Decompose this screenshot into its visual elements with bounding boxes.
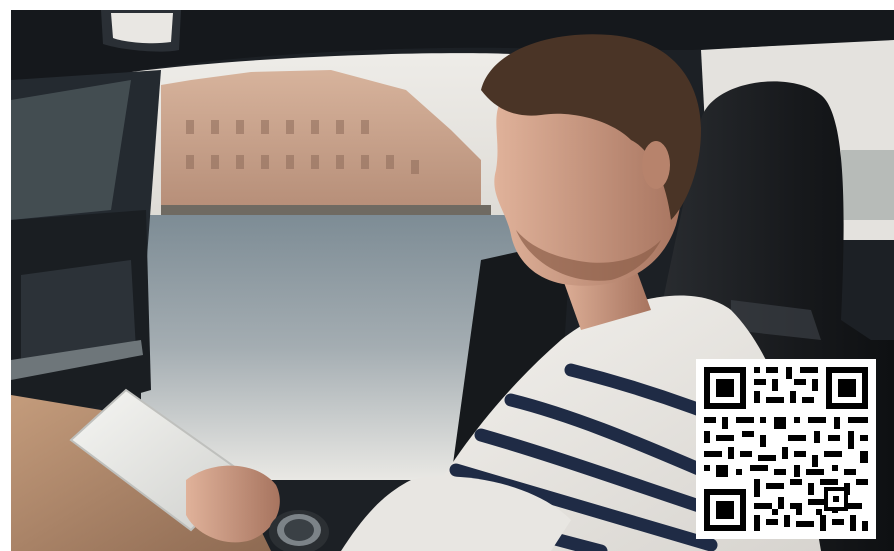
qr-code [696,359,876,539]
qr-code-icon [696,359,876,539]
image-frame [0,0,894,551]
